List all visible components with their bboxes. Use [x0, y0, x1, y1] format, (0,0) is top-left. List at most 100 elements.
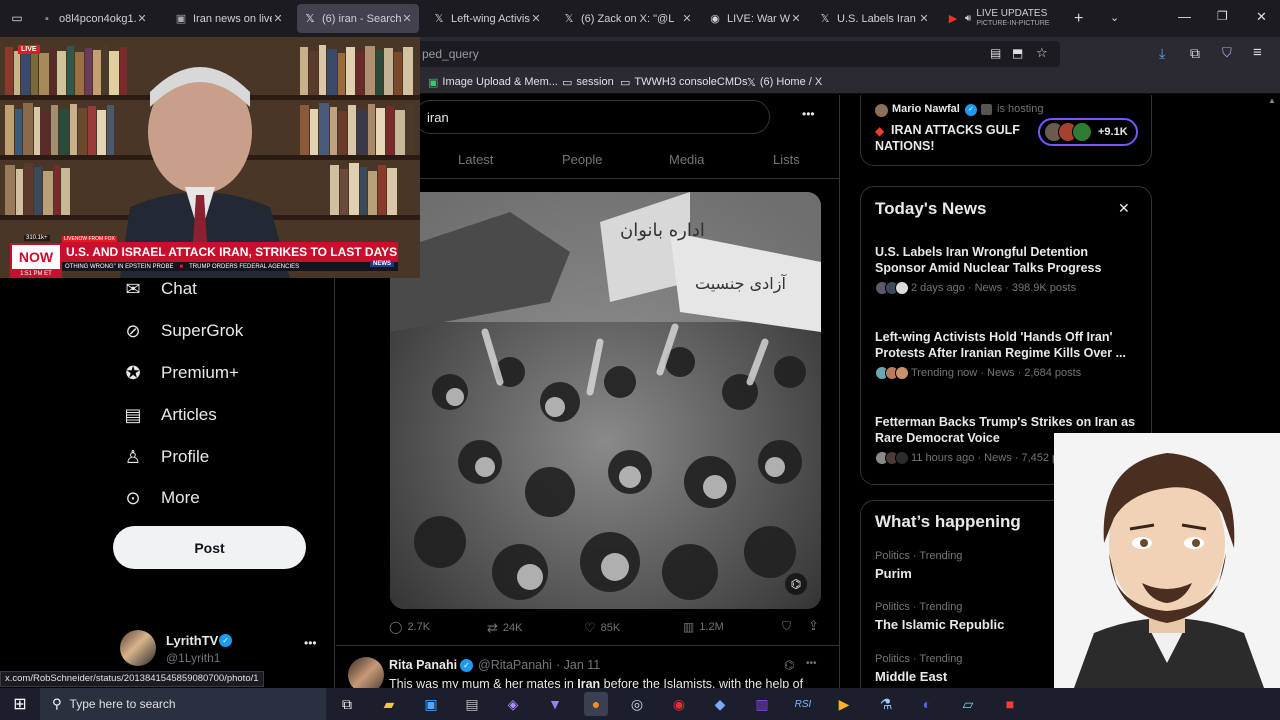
close-icon[interactable]: ✕	[1118, 200, 1130, 217]
firefox-icon[interactable]: ●	[584, 692, 608, 716]
space-listeners-pill[interactable]: +9.1K	[1038, 118, 1138, 146]
browser-tab[interactable]: 𝕏 U.S. Labels Iran W ✕	[812, 4, 936, 33]
browser-tab[interactable]: ▣ Iran news on live n ✕	[168, 4, 290, 33]
tab-people[interactable]: People	[562, 152, 602, 167]
folder-icon: ▭	[562, 76, 573, 89]
steam-icon[interactable]: ◎	[625, 692, 649, 716]
bookmark-item[interactable]: ▣ Image Upload & Mem...	[428, 73, 558, 91]
bookmark-icon[interactable]: ⛉	[782, 619, 791, 634]
chat-icon: ✉	[125, 278, 141, 299]
recorder-icon[interactable]: ■	[998, 692, 1022, 716]
shield-icon[interactable]: ⛉	[1222, 45, 1232, 61]
tool-icon[interactable]: ⚗	[874, 692, 898, 716]
account-switcher[interactable]: LyrithTV ✓ @1Lyrith1 •••	[120, 630, 320, 670]
files-icon[interactable]: ▤	[460, 692, 484, 716]
minimize-button[interactable]: —	[1178, 9, 1191, 24]
news-item[interactable]: Left-wing Activists Hold 'Hands Off Iran…	[875, 329, 1137, 380]
browser-tab[interactable]: ▶ 🔊︎ LIVE UPDATES PICTURE-IN-PICTURE	[940, 4, 1062, 33]
malwarebytes-icon[interactable]: ◉	[667, 692, 691, 716]
tweet-author-handle[interactable]: @RitaPanahi	[478, 658, 552, 672]
audio-icon[interactable]: 🔊︎	[965, 13, 971, 24]
repost-button[interactable]: ⇄ 24K	[487, 620, 522, 636]
taskbar-search-box[interactable]: ⚲ Type here to search	[40, 688, 326, 720]
sidebar-item-supergrok[interactable]: ⊘ SuperGrok	[122, 316, 243, 346]
post-button[interactable]: Post	[113, 526, 306, 569]
media-icon[interactable]: ▶	[832, 692, 856, 716]
extensions-icon[interactable]: ⧉	[1190, 45, 1200, 62]
browser-tab-active[interactable]: 𝕏 (6) iran - Search / X ✕	[297, 4, 419, 33]
notepad-icon[interactable]: ▱	[956, 692, 980, 716]
live-space-card[interactable]: Mario Nawfal ✓ is hosting ◆ IRAN ATTACKS…	[860, 95, 1152, 166]
discord-icon[interactable]: ◐	[915, 692, 939, 716]
trend-item[interactable]: Politics · Trending Middle East	[875, 653, 962, 684]
pip-video-window[interactable]: LIVE 310.1k+ LIVENOW FROM FOX NOW 1:51 P…	[0, 37, 420, 278]
tab-overflow-chevron-icon[interactable]: ⌄	[1110, 11, 1119, 24]
heart-icon: ♡	[584, 620, 596, 635]
bookmark-item[interactable]: ▭ session	[562, 73, 614, 91]
close-tab-icon[interactable]: ✕	[272, 12, 284, 25]
task-view-icon[interactable]: ⧉	[335, 692, 359, 716]
avatar-stack	[875, 281, 909, 295]
like-button[interactable]: ♡ 85K	[584, 620, 620, 636]
news-item[interactable]: U.S. Labels Iran Wrongful Detention Spon…	[875, 244, 1137, 295]
sidebar-item-profile[interactable]: ♙ Profile	[122, 442, 209, 472]
close-tab-icon[interactable]: ✕	[790, 12, 802, 25]
sidebar-item-articles[interactable]: ▤ Articles	[122, 400, 216, 430]
file-explorer-icon[interactable]: ▰	[377, 692, 401, 716]
restore-button[interactable]: ❐	[1217, 9, 1228, 23]
close-tab-icon[interactable]: ✕	[918, 12, 930, 25]
tweet-avatar[interactable]	[348, 657, 384, 688]
trend-item[interactable]: Politics · Trending The Islamic Republic	[875, 601, 1004, 632]
bookmark-star-icon[interactable]: ☆	[1036, 45, 1048, 61]
reply-button[interactable]: ◯ 2.7K	[389, 620, 430, 634]
browser-tab[interactable]: ▪ o8l4pcon4okg1.jpeg (J ✕	[34, 4, 154, 33]
close-window-button[interactable]: ✕	[1256, 9, 1267, 25]
windows-taskbar: ⊞ ⚲ Type here to search ⧉ ▰ ▣ ▤ ◈ ▼ ● ◎ …	[0, 688, 1280, 720]
close-tab-icon[interactable]: ✕	[136, 12, 148, 25]
dev-icon[interactable]: ◆	[708, 692, 732, 716]
browser-tab[interactable]: 𝕏 Left-wing Activists ✕	[426, 4, 548, 33]
rsi-icon[interactable]: RSI	[791, 692, 815, 716]
grok-icon[interactable]: ⌬	[784, 658, 794, 672]
scrollbar-up-arrow[interactable]: ▲	[1268, 96, 1276, 105]
bookmark-item[interactable]: ▭ TWWH3 consoleCMDs	[620, 73, 747, 91]
more-dots-icon[interactable]: •••	[806, 658, 817, 669]
tweet-author-name[interactable]: Rita Panahi	[389, 658, 457, 672]
sidebar-item-premium[interactable]: ✪ Premium+	[122, 358, 238, 388]
close-tab-icon[interactable]: ✕	[401, 12, 413, 25]
downloads-icon[interactable]: ⤓	[1159, 45, 1165, 62]
space-host-name: Mario Nawfal	[892, 103, 960, 115]
x-logo-icon: 𝕏	[305, 13, 315, 25]
tweet-photo[interactable]: اداره بانوان آزادی جنسیت ⌬	[390, 192, 821, 609]
url-bar[interactable]: ped_query ▤ ⬒ ☆	[414, 41, 1060, 67]
new-tab-button[interactable]: +	[1074, 10, 1083, 28]
vs-icon[interactable]: ▼	[543, 692, 567, 716]
space-title: IRAN ATTACKS GULF NATIONS!	[875, 123, 1020, 153]
windows-start-icon[interactable]: ⊞	[8, 692, 32, 716]
more-dots-icon[interactable]: •••	[304, 636, 317, 650]
twitch-icon[interactable]: ▥	[750, 692, 774, 716]
sidebar-item-chat[interactable]: ✉ Chat	[122, 274, 196, 304]
tab-media[interactable]: Media	[669, 152, 704, 167]
browser-tab[interactable]: ◉ LIVE: War With ✕	[702, 4, 808, 33]
trend-item[interactable]: Politics · Trending Purim	[875, 550, 962, 581]
share-icon[interactable]: ⇪	[808, 618, 819, 634]
close-tab-icon[interactable]: ✕	[530, 12, 542, 25]
tab-lists[interactable]: Lists	[773, 152, 800, 167]
vpn-icon[interactable]: ◈	[501, 692, 525, 716]
close-tab-icon[interactable]: ✕	[681, 12, 693, 25]
save-to-pocket-icon[interactable]: ⬒	[1012, 46, 1023, 60]
search-input[interactable]: iran	[414, 100, 770, 134]
tweet-text: This was my mum & her mates in Iran befo…	[389, 677, 804, 688]
tab-list-icon[interactable]: ▭	[9, 10, 25, 26]
store-icon[interactable]: ▣	[419, 692, 443, 716]
tab-latest[interactable]: Latest	[458, 152, 493, 167]
sidebar-item-more[interactable]: ⊙ More	[122, 483, 199, 513]
tweet-date[interactable]: · Jan 11	[556, 658, 600, 672]
more-dots-icon[interactable]: •••	[802, 107, 815, 121]
grok-image-icon[interactable]: ⌬	[785, 573, 807, 595]
reader-view-icon[interactable]: ▤	[990, 46, 1001, 60]
bookmark-item[interactable]: 𝕏 (6) Home / X	[747, 73, 822, 91]
views-button[interactable]: ▥ 1.2M	[683, 620, 724, 634]
menu-icon[interactable]: ≡	[1253, 44, 1262, 61]
